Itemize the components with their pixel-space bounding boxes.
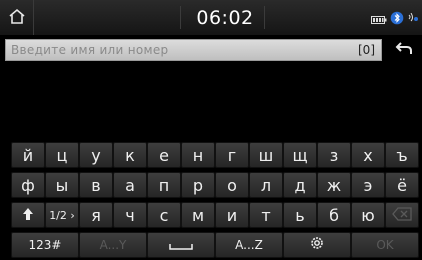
status-divider-right [264,6,265,29]
key-letter[interactable]: ш [249,142,283,168]
keyboard-row-1: й ц у к е н г ш щ з х ъ [0,140,422,170]
lang-latin-key[interactable]: A...Y [79,232,147,258]
bluetooth-icon [390,10,404,29]
key-letter[interactable]: у [79,142,113,168]
key-letter[interactable]: с [147,202,181,228]
name-number-input[interactable]: Введите имя или номер [0] [5,39,382,61]
clock: 06:02 [196,7,254,29]
lang-az-key[interactable]: A...Z [215,232,283,258]
key-letter[interactable]: щ [283,142,317,168]
shift-key[interactable] [11,202,45,228]
key-letter[interactable]: д [283,172,317,198]
key-letter[interactable]: к [113,142,147,168]
key-letter[interactable]: з [317,142,351,168]
ok-button[interactable]: OK [351,232,419,258]
back-arrow-icon [394,40,414,60]
home-button[interactable] [0,0,34,35]
key-letter[interactable]: н [181,142,215,168]
key-letter[interactable]: ч [113,202,147,228]
numbers-key[interactable]: 123# [11,232,79,258]
shift-arrow-icon [22,206,34,225]
keyboard-row-4: 123# A...Y A...Z OK [0,230,422,260]
status-bar: 06:02 [0,0,422,35]
backspace-icon [392,206,412,225]
key-letter[interactable]: и [215,202,249,228]
key-letter[interactable]: р [181,172,215,198]
key-letter[interactable]: ф [11,172,45,198]
space-key[interactable] [147,232,215,258]
page-switch-key[interactable]: 1/2 › [45,202,79,228]
status-icons [371,10,419,29]
key-letter[interactable]: л [249,172,283,198]
gear-icon [309,235,325,255]
key-letter[interactable]: ё [385,172,419,198]
home-icon [8,8,26,28]
key-letter[interactable]: е [147,142,181,168]
key-letter[interactable]: м [181,202,215,228]
search-row: Введите имя или номер [0] [0,38,422,62]
key-letter[interactable]: ю [351,202,385,228]
space-bar-icon [169,236,193,255]
keyboard-row-2: ф ы в а п р о л д ж э ё [0,170,422,200]
key-letter[interactable]: ц [45,142,79,168]
key-letter[interactable]: г [215,142,249,168]
key-letter[interactable]: в [79,172,113,198]
back-button[interactable] [386,38,422,62]
character-counter: [0] [358,43,375,57]
key-letter[interactable]: т [249,202,283,228]
key-letter[interactable]: й [11,142,45,168]
status-divider-left [180,6,181,29]
key-letter[interactable]: ъ [385,142,419,168]
key-letter[interactable]: а [113,172,147,198]
key-letter[interactable]: ь [283,202,317,228]
settings-key[interactable] [283,232,351,258]
key-letter[interactable]: х [351,142,385,168]
keyboard-row-3: 1/2 › я ч с м и т ь б ю [0,200,422,230]
keyboard: й ц у к е н г ш щ з х ъ ф ы в а п р о л … [0,140,422,260]
key-letter[interactable]: ж [317,172,351,198]
key-letter[interactable]: ы [45,172,79,198]
input-placeholder: Введите имя или номер [11,43,169,57]
battery-icon [371,10,387,29]
key-letter[interactable]: б [317,202,351,228]
key-letter[interactable]: я [79,202,113,228]
signal-icon [407,10,419,29]
key-letter[interactable]: э [351,172,385,198]
key-letter[interactable]: п [147,172,181,198]
backspace-key[interactable] [385,202,419,228]
key-letter[interactable]: о [215,172,249,198]
